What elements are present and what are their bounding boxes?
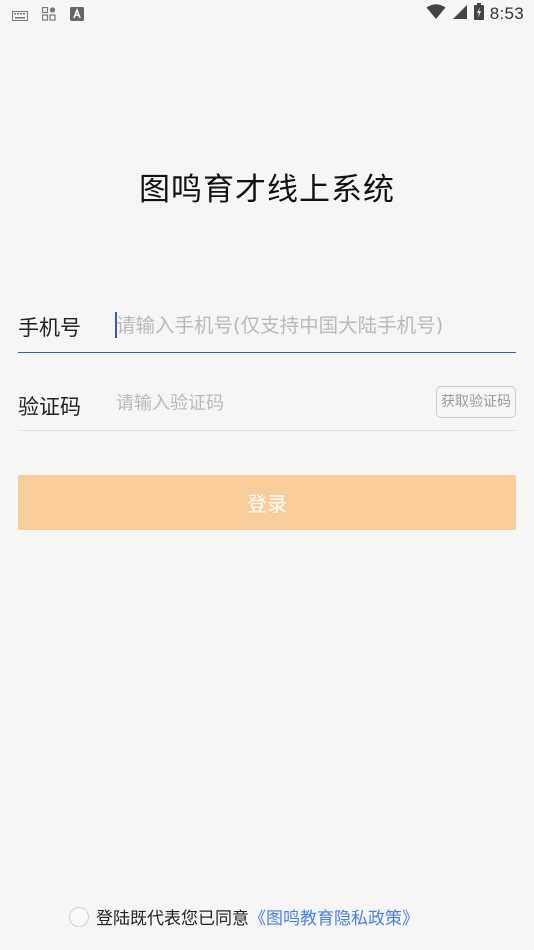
privacy-agreement: 登陆既代表您已同意 《图鸣教育隐私政策》: [69, 904, 419, 929]
status-time: 8:53: [489, 3, 524, 23]
apps-icon: [41, 6, 56, 25]
phone-label: 手机号: [18, 316, 81, 340]
agreement-checkbox[interactable]: [69, 906, 89, 927]
verification-code-label: 验证码: [18, 395, 81, 419]
status-bar-left: [12, 6, 84, 25]
verification-code-input[interactable]: [116, 390, 416, 416]
wifi-icon: [426, 3, 446, 24]
get-code-button[interactable]: 获取验证码: [436, 386, 516, 418]
status-bar: 8:53: [0, 0, 534, 28]
a-letter-icon: [70, 6, 84, 25]
page-title: 图鸣育才线上系统: [139, 172, 395, 208]
login-button[interactable]: 登录: [18, 475, 516, 530]
phone-input[interactable]: [116, 311, 514, 339]
verification-code-row: 验证码 获取验证码: [18, 380, 516, 431]
status-bar-right: 8:53: [426, 3, 524, 24]
privacy-policy-link[interactable]: 《图鸣教育隐私政策》: [249, 904, 419, 929]
battery-icon: [473, 3, 484, 24]
agreement-text: 登陆既代表您已同意: [96, 909, 249, 929]
keyboard-icon: [12, 6, 28, 25]
cellular-signal-icon: [452, 4, 468, 24]
phone-row: 手机号: [18, 300, 516, 353]
login-screen: 8:53 图鸣育才线上系统 手机号 验证码 获取验证码 登录 登陆既代表您已同意…: [0, 0, 534, 950]
